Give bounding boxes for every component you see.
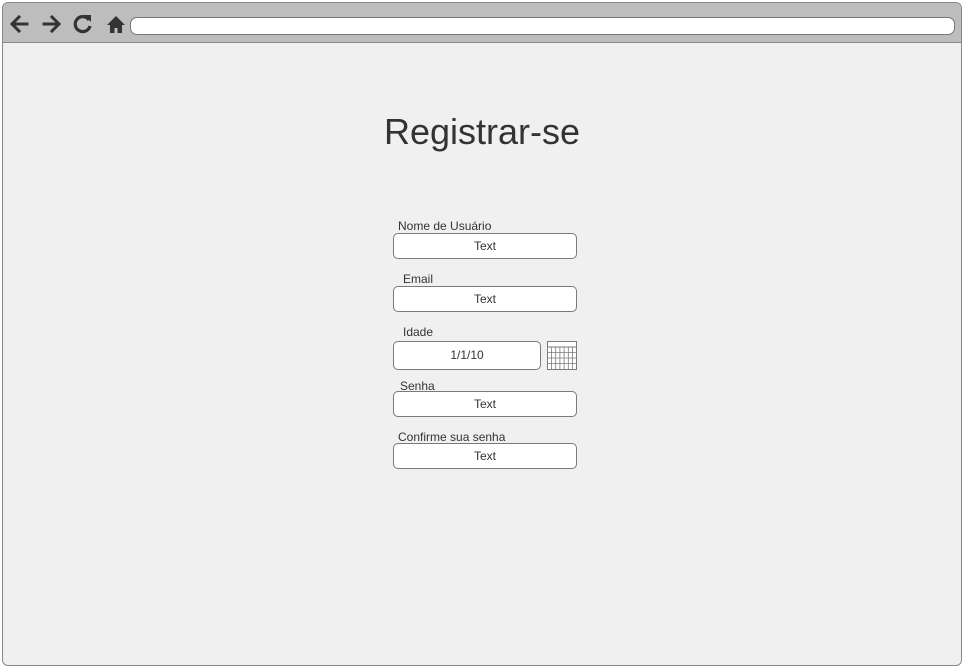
browser-toolbar xyxy=(3,3,961,43)
username-input[interactable]: Text xyxy=(393,233,577,259)
age-label: Idade xyxy=(403,325,434,339)
browser-window: Registrar-se Nome de Usuário Text Email … xyxy=(2,2,962,666)
address-bar[interactable] xyxy=(130,17,955,35)
age-date-input[interactable]: 1/1/10 xyxy=(393,341,541,370)
email-label: Email xyxy=(403,272,434,286)
home-icon[interactable] xyxy=(104,12,128,36)
password-input[interactable]: Text xyxy=(393,391,577,417)
forward-arrow-icon[interactable] xyxy=(40,12,64,36)
refresh-icon[interactable] xyxy=(71,12,95,36)
confirm-password-input[interactable]: Text xyxy=(393,443,577,469)
email-input[interactable]: Text xyxy=(393,286,577,312)
calendar-icon[interactable] xyxy=(547,341,577,370)
username-label: Nome de Usuário xyxy=(398,219,492,233)
page-title: Registrar-se xyxy=(383,111,581,152)
back-arrow-icon[interactable] xyxy=(7,12,31,36)
confirm-password-label: Confirme sua senha xyxy=(398,430,506,444)
